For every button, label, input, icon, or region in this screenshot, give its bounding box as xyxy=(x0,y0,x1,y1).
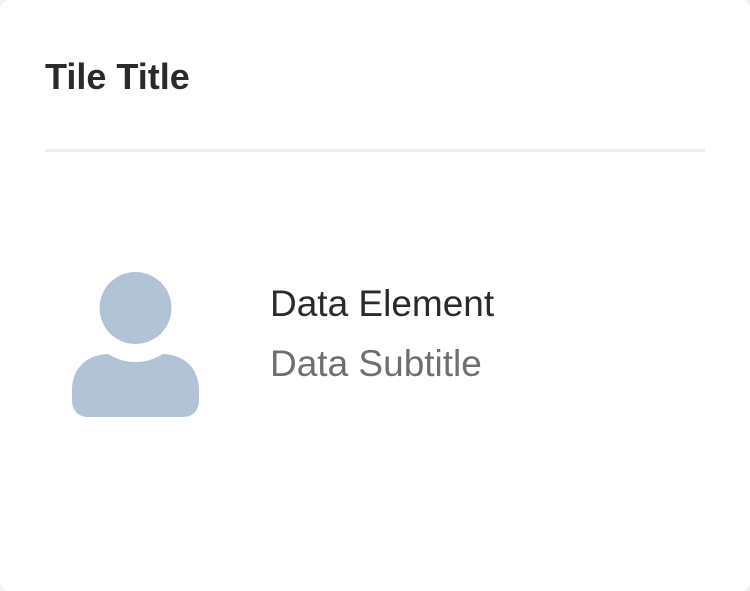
data-text: Data Element Data Subtitle xyxy=(270,282,494,386)
tile-title: Tile Title xyxy=(45,56,190,97)
tile-header: Tile Title xyxy=(45,0,705,152)
data-element-item[interactable]: Data Element Data Subtitle xyxy=(72,272,692,418)
data-element-subtitle: Data Subtitle xyxy=(270,343,482,384)
tile-card: Tile Title Data Element Data Subtitle xyxy=(0,0,750,591)
data-element-title: Data Element xyxy=(270,283,495,324)
user-icon xyxy=(72,272,199,418)
